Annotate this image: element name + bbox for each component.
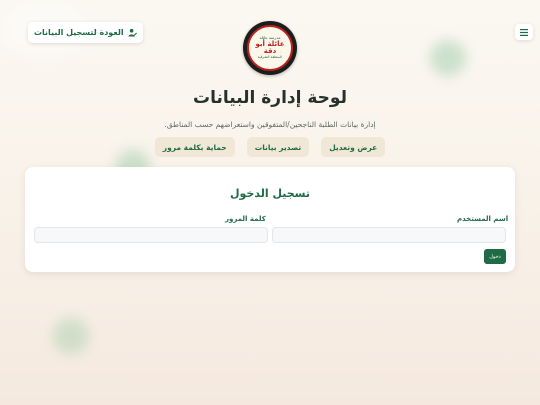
logo-line2: عائلة أبو دقة xyxy=(255,39,285,56)
feature-view-edit: عرض وتعديل xyxy=(321,137,386,157)
username-input[interactable] xyxy=(272,227,506,243)
menu-button[interactable] xyxy=(515,24,533,40)
page-subtitle: إدارة بيانات الطلبة الناجحين/المتفوقين و… xyxy=(164,120,376,129)
background-blob xyxy=(53,318,89,354)
login-submit-button[interactable]: دخول xyxy=(484,249,506,264)
school-logo: مدرسة عائلة عائلة أبو دقة المنطقة الشرقي… xyxy=(243,21,297,75)
back-to-registration-button[interactable]: العودة لتسجيل البيانات xyxy=(28,22,143,43)
logo-line3: المنطقة الشرقية xyxy=(257,54,283,59)
feature-password-protection: حماية بكلمة مرور xyxy=(154,137,235,157)
password-input[interactable] xyxy=(34,227,268,243)
hamburger-icon xyxy=(520,28,528,36)
user-edit-icon xyxy=(128,28,137,37)
background-blob xyxy=(430,40,466,76)
login-card: تسجيل الدخول اسم المستخدم كلمة المرور دخ… xyxy=(25,167,515,272)
page-title: لوحة إدارة البيانات xyxy=(193,88,347,108)
login-title: تسجيل الدخول xyxy=(229,187,310,200)
feature-export: تصدير بيانات xyxy=(246,137,310,157)
feature-badges: عرض وتعديل تصدير بيانات حماية بكلمة مرور xyxy=(0,137,540,157)
username-label: اسم المستخدم xyxy=(457,215,509,223)
logo-badge: مدرسة عائلة عائلة أبو دقة المنطقة الشرقي… xyxy=(247,25,293,71)
back-button-label: العودة لتسجيل البيانات xyxy=(34,28,124,37)
password-label: كلمة المرور xyxy=(225,215,266,223)
